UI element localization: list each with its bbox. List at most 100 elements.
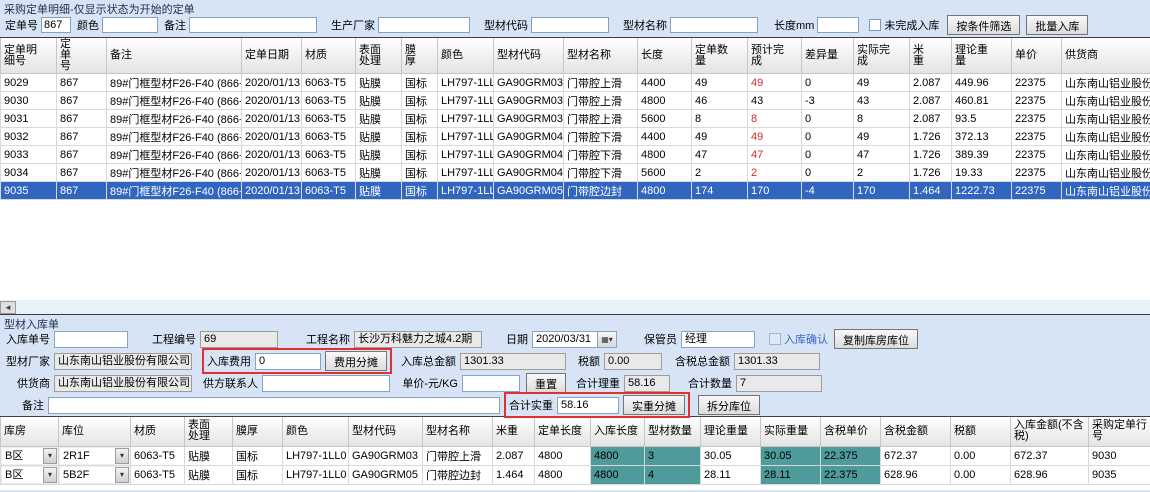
column-header[interactable]: 型材代码: [494, 38, 564, 74]
column-header[interactable]: 入库金额(不含税): [1011, 417, 1089, 446]
project-no-field[interactable]: 69: [200, 331, 278, 348]
scrollbar-track[interactable]: [16, 301, 1150, 314]
column-header[interactable]: 米重: [493, 417, 535, 446]
batch-inbound-button[interactable]: 批量入库: [1026, 15, 1088, 35]
column-header[interactable]: 表面处理: [185, 417, 233, 446]
checkbox-icon[interactable]: [869, 19, 881, 31]
column-header[interactable]: 供货商: [1062, 38, 1150, 74]
manufacturer-filter-input[interactable]: [378, 17, 470, 33]
column-header[interactable]: 表面处理: [356, 38, 402, 74]
chevron-down-icon[interactable]: ▾: [115, 467, 129, 483]
table-row[interactable]: 903386789#门框型材F26-F40 (866+867)2020/01/1…: [1, 146, 1150, 164]
column-header[interactable]: 长度: [638, 38, 692, 74]
cell: 89#门框型材F26-F40 (866+867): [107, 146, 242, 164]
copy-location-button[interactable]: 复制库房库位: [834, 329, 918, 349]
inbound-fee-input[interactable]: 0: [255, 353, 321, 370]
column-header[interactable]: 理论重量: [952, 38, 1012, 74]
column-header[interactable]: 米重: [910, 38, 952, 74]
remark-filter-input[interactable]: [189, 17, 317, 33]
supplier-field[interactable]: 山东南山铝业股份有限公司: [54, 375, 192, 392]
total-theory-field[interactable]: 58.16: [624, 375, 670, 392]
column-header[interactable]: 库房: [1, 417, 59, 446]
unit-price-input[interactable]: [462, 375, 520, 392]
profile-name-filter-input[interactable]: [670, 17, 758, 33]
column-header[interactable]: 材质: [302, 38, 356, 74]
cell: 49: [692, 74, 748, 92]
factory-field[interactable]: 山东南山铝业股份有限公司: [54, 353, 192, 370]
date-field[interactable]: 2020/03/31: [532, 331, 598, 348]
table-row[interactable]: 903486789#门框型材F26-F40 (866+867)2020/01/1…: [1, 164, 1150, 182]
column-header[interactable]: 颜色: [283, 417, 349, 446]
column-header[interactable]: 型材代码: [349, 417, 423, 446]
column-header[interactable]: 膜厚: [233, 417, 283, 446]
reset-button[interactable]: 重置: [526, 373, 566, 393]
column-header[interactable]: 含税金额: [881, 417, 951, 446]
actual-share-button[interactable]: 实重分摊: [623, 395, 685, 415]
chevron-down-icon[interactable]: ▾: [43, 467, 57, 483]
calendar-dropdown-icon[interactable]: ▦▾: [598, 331, 617, 348]
inbound-no-input[interactable]: [54, 331, 128, 348]
unfinished-inbound-checkbox[interactable]: 未完成入库: [869, 17, 939, 33]
column-header[interactable]: 膜厚: [402, 38, 438, 74]
total-qty-field[interactable]: 7: [736, 375, 822, 392]
column-header[interactable]: 定单明细号: [1, 38, 57, 74]
total-actual-input[interactable]: 58.16: [557, 397, 619, 414]
combo-cell[interactable]: 2R1F▾: [59, 446, 131, 465]
project-name-field[interactable]: 长沙万科魅力之城4.2期: [354, 331, 482, 348]
date-picker[interactable]: 2020/03/31 ▦▾: [532, 331, 617, 348]
inbound-total-field[interactable]: 1301.33: [460, 353, 566, 370]
purchase-grid-hscrollbar[interactable]: ◄: [0, 300, 1150, 314]
cell: 22375: [1012, 164, 1062, 182]
chevron-down-icon[interactable]: ▾: [43, 448, 57, 464]
tax-field[interactable]: 0.00: [604, 353, 662, 370]
column-header[interactable]: 预计完成: [748, 38, 802, 74]
column-header[interactable]: 定单数量: [692, 38, 748, 74]
color-filter-input[interactable]: [102, 17, 158, 33]
filter-by-condition-button[interactable]: 按条件筛选: [947, 15, 1020, 35]
order-no-label: 定单号: [5, 17, 38, 33]
chevron-down-icon[interactable]: ▾: [115, 448, 129, 464]
fee-share-button[interactable]: 费用分摊: [325, 351, 387, 371]
split-location-button[interactable]: 拆分库位: [698, 395, 760, 415]
table-row[interactable]: 903186789#门框型材F26-F40 (866+867)2020/01/1…: [1, 110, 1150, 128]
column-header[interactable]: 单价: [1012, 38, 1062, 74]
table-row[interactable]: 903086789#门框型材F26-F40 (866+867)2020/01/1…: [1, 92, 1150, 110]
column-header[interactable]: 税额: [951, 417, 1011, 446]
length-filter-input[interactable]: [817, 17, 859, 33]
table-row[interactable]: B区▾5B2F▾6063-T5贴膜国标LH797-1LL0GA90GRM05门带…: [1, 465, 1150, 484]
combo-cell[interactable]: 5B2F▾: [59, 465, 131, 484]
remark-input[interactable]: [48, 397, 500, 414]
column-header[interactable]: 定单长度: [535, 417, 591, 446]
supplier-contact-input[interactable]: [262, 375, 390, 392]
table-row[interactable]: 903286789#门框型材F26-F40 (866+867)2020/01/1…: [1, 128, 1150, 146]
column-header[interactable]: 型材数量: [645, 417, 701, 446]
column-header[interactable]: 材质: [131, 417, 185, 446]
keeper-field[interactable]: 经理: [681, 331, 755, 348]
cell: 门带腔边封: [564, 182, 638, 200]
column-header[interactable]: 型材名称: [423, 417, 493, 446]
total-with-tax-field[interactable]: 1301.33: [734, 353, 820, 370]
scroll-left-icon[interactable]: ◄: [0, 301, 16, 314]
column-header[interactable]: 定单号: [57, 38, 107, 74]
table-row[interactable]: 903586789#门框型材F26-F40 (866+867)2020/01/1…: [1, 182, 1150, 200]
column-header[interactable]: 含税单价: [821, 417, 881, 446]
column-header[interactable]: 理论重量: [701, 417, 761, 446]
checkbox-icon[interactable]: [769, 333, 781, 345]
column-header[interactable]: 库位: [59, 417, 131, 446]
column-header[interactable]: 型材名称: [564, 38, 638, 74]
inbound-confirm-checkbox[interactable]: 入库确认: [769, 331, 828, 347]
column-header[interactable]: 差异量: [802, 38, 854, 74]
profile-code-filter-input[interactable]: [531, 17, 609, 33]
table-row[interactable]: B区▾2R1F▾6063-T5贴膜国标LH797-1LL0GA90GRM03门带…: [1, 446, 1150, 465]
column-header[interactable]: 实际完成: [854, 38, 910, 74]
column-header[interactable]: 备注: [107, 38, 242, 74]
column-header[interactable]: 实际重量: [761, 417, 821, 446]
column-header[interactable]: 定单日期: [242, 38, 302, 74]
order-no-input[interactable]: 867: [41, 17, 71, 33]
table-row[interactable]: 902986789#门框型材F26-F40 (866+867)2020/01/1…: [1, 74, 1150, 92]
column-header[interactable]: 颜色: [438, 38, 494, 74]
combo-cell[interactable]: B区▾: [1, 446, 59, 465]
column-header[interactable]: 采购定单行号: [1089, 417, 1150, 446]
column-header[interactable]: 入库长度: [591, 417, 645, 446]
combo-cell[interactable]: B区▾: [1, 465, 59, 484]
